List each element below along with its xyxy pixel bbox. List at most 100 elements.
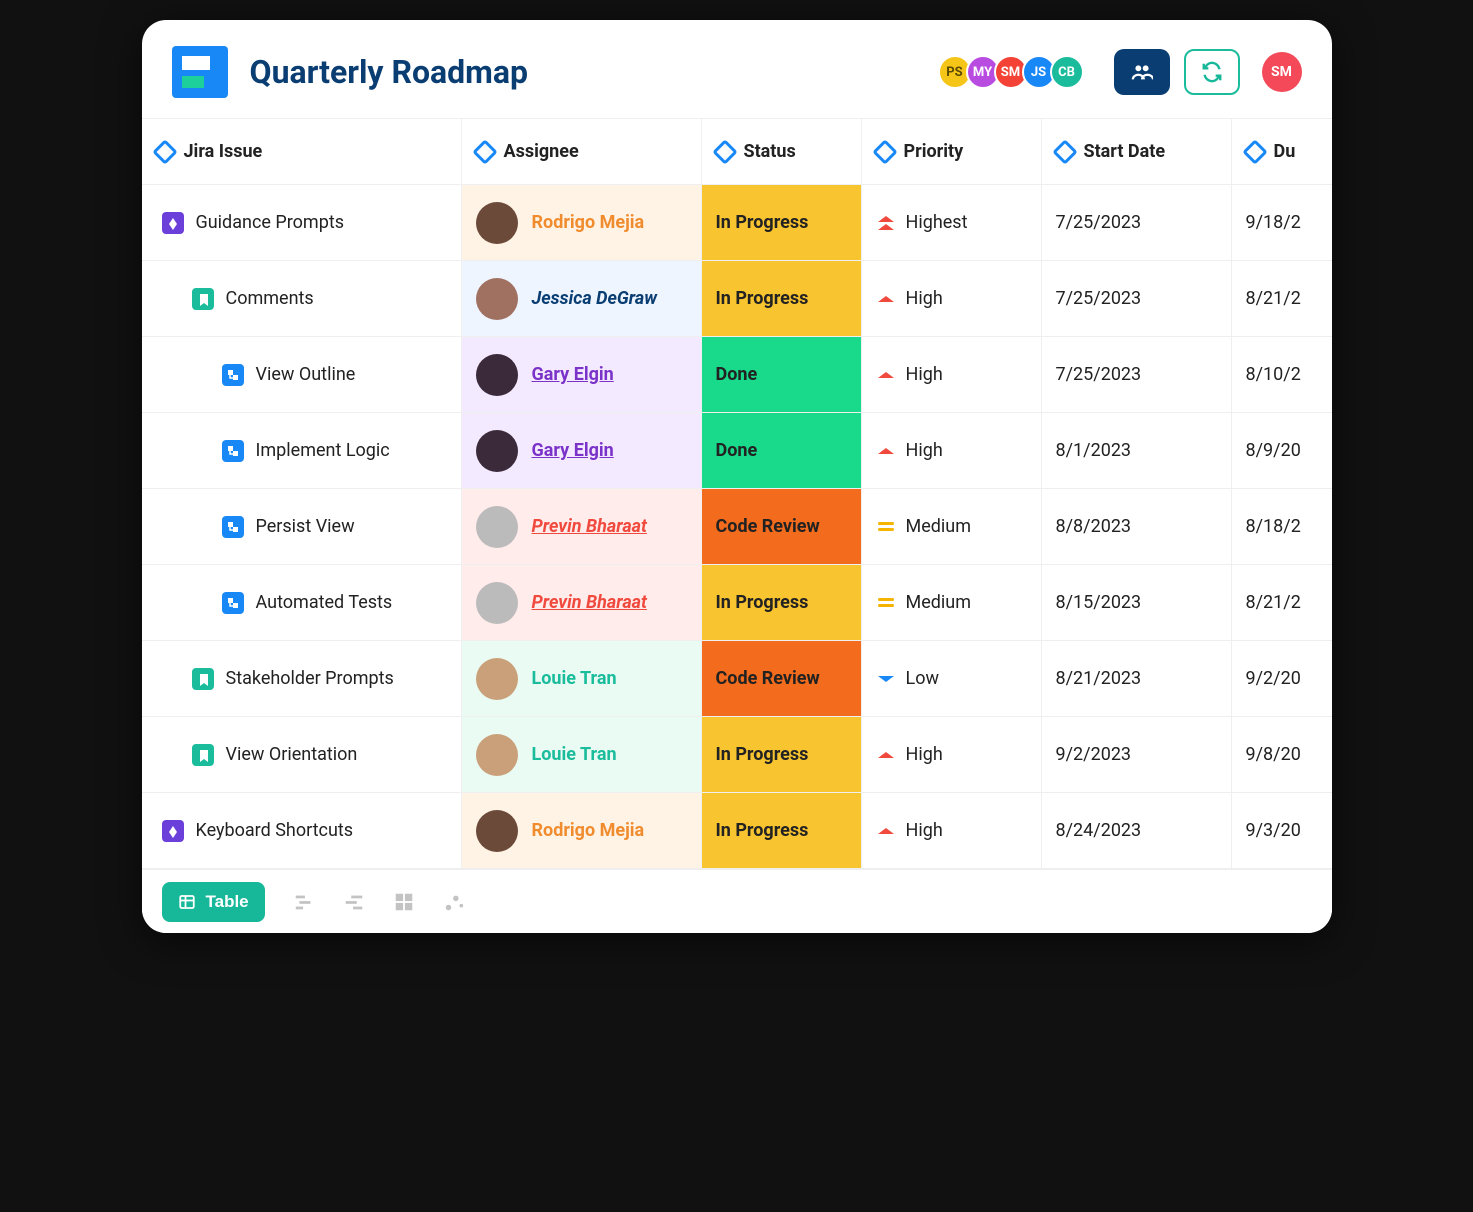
due-date-cell[interactable]: 8/10/2 xyxy=(1232,337,1332,412)
issue-title: Persist View xyxy=(256,516,355,537)
assignee-cell[interactable]: Jessica DeGraw xyxy=(462,261,702,336)
due-date-cell[interactable]: 8/21/2 xyxy=(1232,261,1332,336)
start-date-cell[interactable]: 9/2/2023 xyxy=(1042,717,1232,792)
col-header-assignee[interactable]: Assignee xyxy=(462,119,702,184)
priority-cell[interactable]: High xyxy=(862,261,1042,336)
start-date-cell[interactable]: 7/25/2023 xyxy=(1042,261,1232,336)
sync-button[interactable] xyxy=(1184,49,1240,95)
assignee-cell[interactable]: Previn Bharaat xyxy=(462,565,702,640)
assignee-cell[interactable]: Gary Elgin xyxy=(462,337,702,412)
issue-title: Keyboard Shortcuts xyxy=(196,820,354,841)
share-button[interactable] xyxy=(1114,49,1170,95)
issue-cell[interactable]: Stakeholder Prompts xyxy=(142,641,462,716)
priority-cell[interactable]: High xyxy=(862,413,1042,488)
priority-label: High xyxy=(906,820,943,841)
status-cell[interactable]: Code Review xyxy=(702,641,862,716)
assignee-cell[interactable]: Rodrigo Mejia xyxy=(462,185,702,260)
avatar xyxy=(476,582,518,624)
assignee-name: Previn Bharaat xyxy=(532,516,647,537)
people-icon xyxy=(1131,61,1153,83)
status-cell[interactable]: Done xyxy=(702,337,862,412)
start-date-cell[interactable]: 7/25/2023 xyxy=(1042,337,1232,412)
priority-cell[interactable]: Medium xyxy=(862,565,1042,640)
status-cell[interactable]: In Progress xyxy=(702,261,862,336)
header: Quarterly Roadmap PS MY SM JS CB SM xyxy=(142,20,1332,118)
issue-cell[interactable]: Comments xyxy=(142,261,462,336)
table-row[interactable]: Comments Jessica DeGraw In Progress High… xyxy=(142,261,1332,337)
assignee-cell[interactable]: Rodrigo Mejia xyxy=(462,793,702,868)
avatar xyxy=(476,278,518,320)
due-date-cell[interactable]: 8/21/2 xyxy=(1232,565,1332,640)
due-date-cell[interactable]: 9/3/20 xyxy=(1232,793,1332,868)
table-row[interactable]: View Orientation Louie Tran In Progress … xyxy=(142,717,1332,793)
table-row[interactable]: View Outline Gary Elgin Done High 7/25/2… xyxy=(142,337,1332,413)
issue-cell[interactable]: Guidance Prompts xyxy=(142,185,462,260)
status-cell[interactable]: In Progress xyxy=(702,565,862,640)
status-cell[interactable]: In Progress xyxy=(702,185,862,260)
col-header-issue[interactable]: Jira Issue xyxy=(142,119,462,184)
avatar xyxy=(476,202,518,244)
assignee-name: Rodrigo Mejia xyxy=(532,820,645,841)
status-cell[interactable]: Done xyxy=(702,413,862,488)
table-view-button[interactable]: Table xyxy=(162,882,265,922)
table-row[interactable]: Guidance Prompts Rodrigo Mejia In Progre… xyxy=(142,185,1332,261)
table-row[interactable]: Implement Logic Gary Elgin Done High 8/1… xyxy=(142,413,1332,489)
assignee-cell[interactable]: Louie Tran xyxy=(462,641,702,716)
table-row[interactable]: Persist View Previn Bharaat Code Review … xyxy=(142,489,1332,565)
priority-cell[interactable]: Medium xyxy=(862,489,1042,564)
start-date: 8/24/2023 xyxy=(1056,820,1142,841)
priority-label: Low xyxy=(906,668,940,689)
start-date-cell[interactable]: 8/24/2023 xyxy=(1042,793,1232,868)
presence-avatar[interactable]: CB xyxy=(1050,55,1084,89)
status-cell[interactable]: Code Review xyxy=(702,489,862,564)
start-date-cell[interactable]: 8/15/2023 xyxy=(1042,565,1232,640)
col-header-start[interactable]: Start Date xyxy=(1042,119,1232,184)
issue-cell[interactable]: Implement Logic xyxy=(142,413,462,488)
status-label: Done xyxy=(716,364,758,385)
subtask-icon xyxy=(222,364,244,386)
col-header-label: Assignee xyxy=(504,141,579,162)
due-date-cell[interactable]: 9/2/20 xyxy=(1232,641,1332,716)
priority-cell[interactable]: Highest xyxy=(862,185,1042,260)
due-date: 8/18/2 xyxy=(1246,516,1301,537)
col-header-due[interactable]: Du xyxy=(1232,119,1332,184)
due-date-cell[interactable]: 8/18/2 xyxy=(1232,489,1332,564)
assignee-cell[interactable]: Previn Bharaat xyxy=(462,489,702,564)
assignee-cell[interactable]: Gary Elgin xyxy=(462,413,702,488)
table-row[interactable]: Keyboard Shortcuts Rodrigo Mejia In Prog… xyxy=(142,793,1332,869)
col-header-status[interactable]: Status xyxy=(702,119,862,184)
due-date-cell[interactable]: 9/8/20 xyxy=(1232,717,1332,792)
due-date-cell[interactable]: 9/18/2 xyxy=(1232,185,1332,260)
start-date-cell[interactable]: 8/1/2023 xyxy=(1042,413,1232,488)
issue-cell[interactable]: View Orientation xyxy=(142,717,462,792)
current-user-avatar[interactable]: SM xyxy=(1262,52,1302,92)
priority-cell[interactable]: High xyxy=(862,717,1042,792)
timeline-view-icon[interactable] xyxy=(343,891,365,913)
due-date-cell[interactable]: 8/9/20 xyxy=(1232,413,1332,488)
status-cell[interactable]: In Progress xyxy=(702,717,862,792)
board-view-icon[interactable] xyxy=(393,891,415,913)
priority-cell[interactable]: Low xyxy=(862,641,1042,716)
start-date-cell[interactable]: 8/21/2023 xyxy=(1042,641,1232,716)
status-cell[interactable]: In Progress xyxy=(702,793,862,868)
diamond-icon xyxy=(1242,139,1267,164)
issue-cell[interactable]: View Outline xyxy=(142,337,462,412)
priority-cell[interactable]: High xyxy=(862,793,1042,868)
table-row[interactable]: Automated Tests Previn Bharaat In Progre… xyxy=(142,565,1332,641)
issue-cell[interactable]: Keyboard Shortcuts xyxy=(142,793,462,868)
gantt-view-icon[interactable] xyxy=(293,891,315,913)
issue-cell[interactable]: Automated Tests xyxy=(142,565,462,640)
col-header-label: Start Date xyxy=(1084,141,1166,162)
view-switcher-bar: Table xyxy=(142,869,1332,933)
start-date-cell[interactable]: 7/25/2023 xyxy=(1042,185,1232,260)
start-date: 7/25/2023 xyxy=(1056,288,1142,309)
start-date: 9/2/2023 xyxy=(1056,744,1132,765)
priority-cell[interactable]: High xyxy=(862,337,1042,412)
assignee-cell[interactable]: Louie Tran xyxy=(462,717,702,792)
col-header-priority[interactable]: Priority xyxy=(862,119,1042,184)
issue-cell[interactable]: Persist View xyxy=(142,489,462,564)
table-row[interactable]: Stakeholder Prompts Louie Tran Code Revi… xyxy=(142,641,1332,717)
assignee-name: Jessica DeGraw xyxy=(532,288,658,309)
chart-view-icon[interactable] xyxy=(443,891,465,913)
start-date-cell[interactable]: 8/8/2023 xyxy=(1042,489,1232,564)
